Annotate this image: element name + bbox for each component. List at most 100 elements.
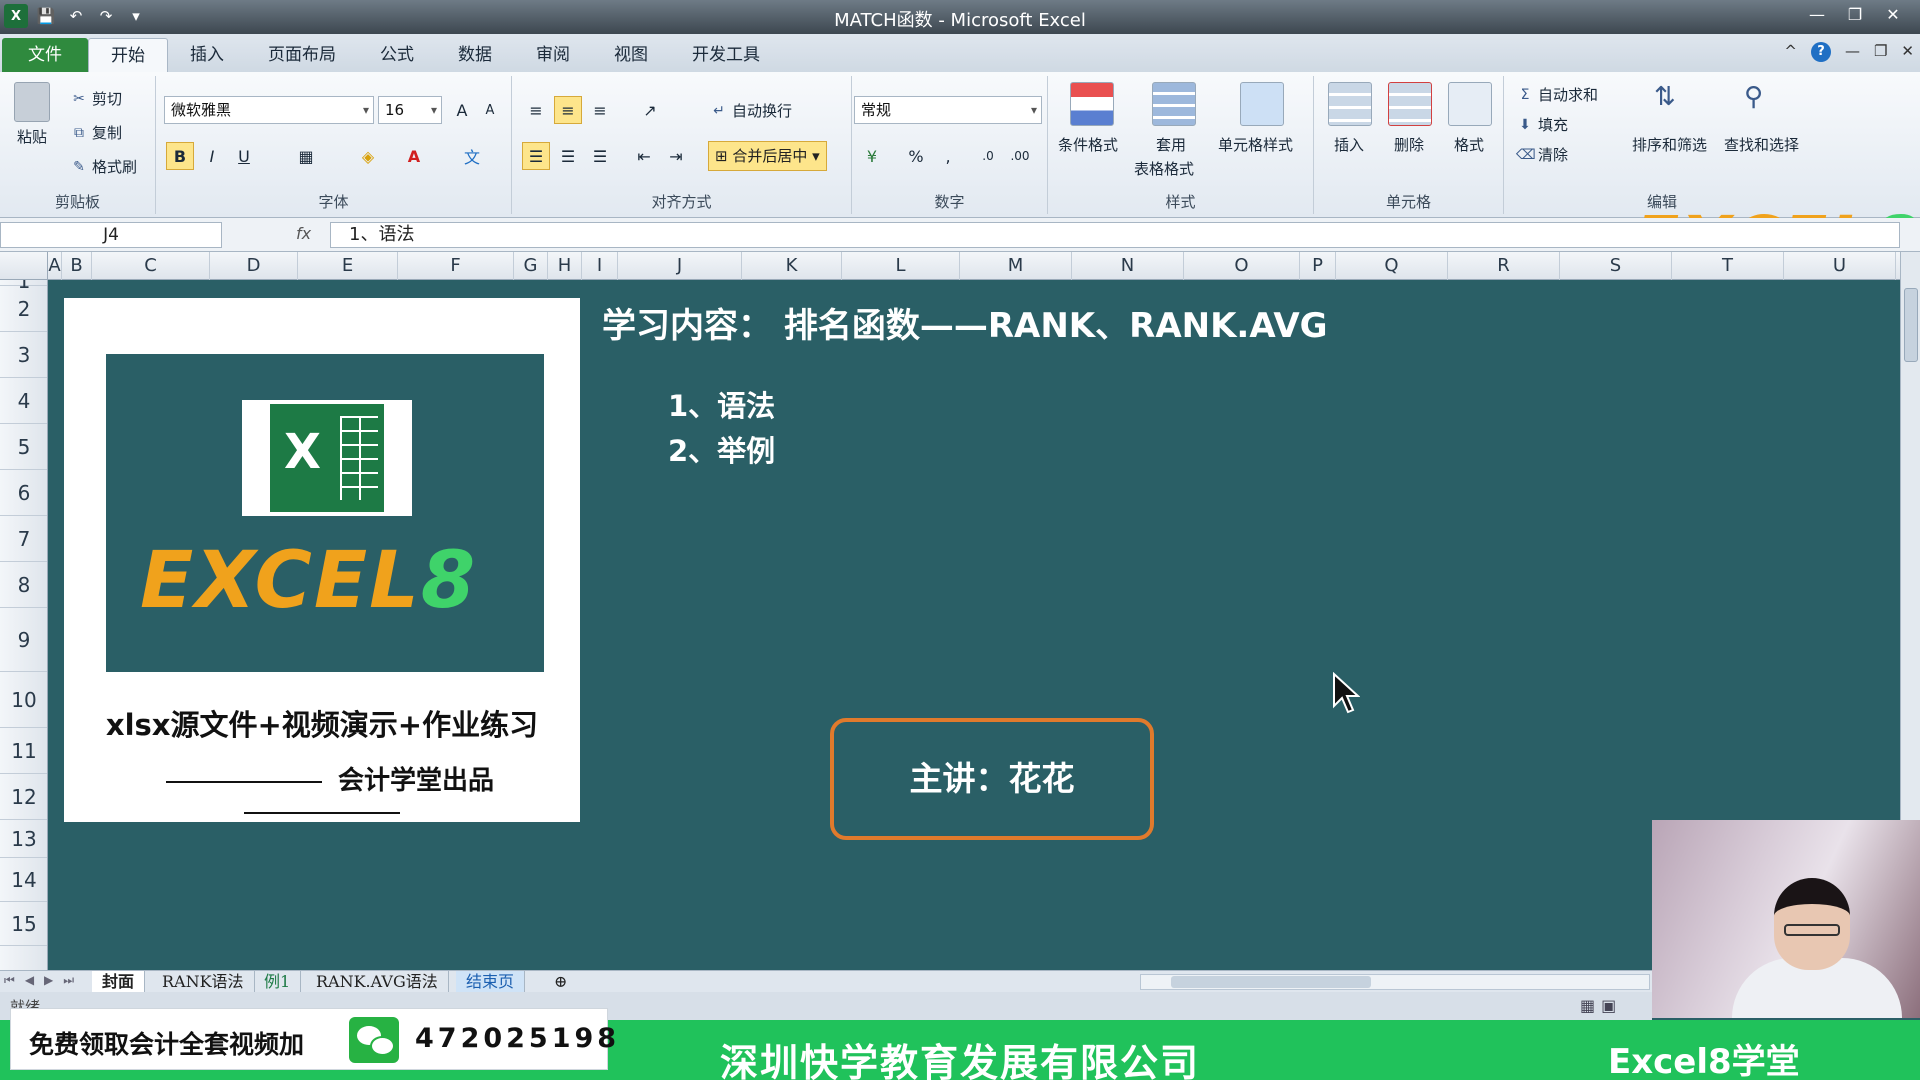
orientation-icon[interactable]: ↗ (636, 96, 664, 124)
align-bottom-icon[interactable]: ≡ (586, 96, 614, 124)
workbook-minimize-icon[interactable]: — (1845, 42, 1860, 62)
increase-decimal-icon[interactable]: .0 (974, 142, 1002, 170)
insert-sheet-icon[interactable]: ⊕ (544, 971, 577, 992)
tab-formulas[interactable]: 公式 (358, 38, 436, 72)
table-format-button-line2[interactable]: 表格格式 (1134, 158, 1194, 179)
increase-indent-icon[interactable]: ⇥ (662, 142, 690, 170)
paste-button[interactable]: 粘贴 (14, 82, 50, 147)
delete-cells-button[interactable]: 删除 (1394, 134, 1424, 155)
align-middle-icon[interactable]: ≡ (554, 96, 582, 124)
column-header-cell[interactable]: L (842, 252, 960, 280)
cut-button[interactable]: ✂ 剪切 (70, 88, 122, 109)
tab-view[interactable]: 视图 (592, 38, 670, 72)
column-header-cell[interactable]: B (62, 252, 92, 280)
column-header-cell[interactable]: T (1672, 252, 1784, 280)
tab-insert[interactable]: 插入 (168, 38, 246, 72)
column-header-cell[interactable]: K (742, 252, 842, 280)
row-header-cell[interactable]: 10 (0, 672, 47, 728)
tab-review[interactable]: 审阅 (514, 38, 592, 72)
align-center-icon[interactable]: ☰ (554, 142, 582, 170)
worksheet[interactable]: X EXCEL8 xlsx源文件+视频演示+作业练习 会计学堂出品 学习内容： … (48, 280, 1900, 970)
row-header-cell[interactable]: 8 (0, 562, 47, 608)
page-layout-view-icon[interactable]: ▣ (1601, 996, 1616, 1015)
table-format-button-line1[interactable]: 套用 (1156, 134, 1186, 155)
row-header-cell[interactable]: 4 (0, 378, 47, 424)
cell-styles-button[interactable]: 单元格样式 (1218, 134, 1293, 155)
select-all-corner[interactable] (0, 252, 48, 280)
font-color-icon[interactable]: A (400, 142, 428, 170)
tab-page-layout[interactable]: 页面布局 (246, 38, 358, 72)
column-header-cell[interactable]: A (48, 252, 62, 280)
sheet-tab-rankavg-syntax[interactable]: RANK.AVG语法 (306, 971, 449, 992)
italic-button[interactable]: I (198, 142, 226, 170)
column-header-cell[interactable]: M (960, 252, 1072, 280)
autosum-button[interactable]: Σ 自动求和 (1516, 84, 1598, 105)
next-sheet-icon[interactable]: ▶ (44, 973, 53, 988)
name-box[interactable]: J4 (0, 222, 222, 248)
row-header-cell[interactable]: 3 (0, 332, 47, 378)
column-header-cell[interactable]: D (210, 252, 298, 280)
align-right-icon[interactable]: ☰ (586, 142, 614, 170)
ribbon-collapse-icon[interactable]: ^ (1784, 42, 1797, 62)
number-format-select[interactable]: 常规 (854, 96, 1042, 124)
close-button[interactable]: ✕ (1876, 2, 1910, 26)
clear-button[interactable]: ⌫ 清除 (1516, 144, 1568, 165)
border-icon[interactable]: ▦ (292, 142, 320, 170)
fill-button[interactable]: ⬇ 填充 (1516, 114, 1568, 135)
fill-color-icon[interactable]: ◈ (354, 142, 382, 170)
decrease-decimal-icon[interactable]: .00 (1006, 142, 1034, 170)
row-header-cell[interactable]: 2 (0, 286, 47, 332)
tab-file[interactable]: 文件 (2, 38, 88, 72)
increase-font-icon[interactable]: A (448, 96, 476, 124)
first-sheet-icon[interactable]: ⏮ (4, 973, 15, 988)
comma-button[interactable]: , (934, 142, 962, 170)
row-header-cell[interactable]: 12 (0, 774, 47, 820)
format-painter-button[interactable]: ✎ 格式刷 (70, 156, 137, 177)
tab-developer[interactable]: 开发工具 (670, 38, 782, 72)
last-sheet-icon[interactable]: ⏭ (63, 973, 74, 988)
column-header-cell[interactable]: F (398, 252, 514, 280)
insert-cells-button[interactable]: 插入 (1334, 134, 1364, 155)
percent-button[interactable]: % (902, 142, 930, 170)
vertical-scroll-thumb[interactable] (1904, 288, 1918, 362)
currency-icon[interactable]: ¥ (858, 142, 886, 170)
font-name-select[interactable]: 微软雅黑 (164, 96, 374, 124)
tab-data[interactable]: 数据 (436, 38, 514, 72)
decrease-indent-icon[interactable]: ⇤ (630, 142, 658, 170)
find-select-button[interactable]: 查找和选择 (1724, 134, 1799, 155)
sheet-tab-end[interactable]: 结束页 (456, 971, 526, 992)
column-header-cell[interactable]: G (514, 252, 548, 280)
insert-function-button[interactable]: fx (296, 224, 311, 243)
align-left-icon[interactable]: ☰ (522, 142, 550, 170)
normal-view-icon[interactable]: ▦ (1580, 996, 1595, 1015)
row-header-cell[interactable]: 11 (0, 728, 47, 774)
minimize-button[interactable]: — (1800, 2, 1834, 26)
phonetic-icon[interactable]: 文 (458, 142, 486, 170)
decrease-font-icon[interactable]: A (476, 96, 504, 124)
align-top-icon[interactable]: ≡ (522, 96, 550, 124)
column-header-cell[interactable]: Q (1336, 252, 1448, 280)
wrap-text-button[interactable]: ↵ 自动换行 (710, 100, 792, 121)
format-cells-button[interactable]: 格式 (1454, 134, 1484, 155)
column-header-cell[interactable]: R (1448, 252, 1560, 280)
copy-button[interactable]: ⧉ 复制 (70, 122, 122, 143)
row-header-cell[interactable]: 14 (0, 858, 47, 902)
column-header-cell[interactable]: N (1072, 252, 1184, 280)
row-header-cell[interactable]: 6 (0, 470, 47, 516)
column-header-cell[interactable]: H (548, 252, 582, 280)
conditional-format-button[interactable]: 条件格式 (1058, 134, 1118, 155)
workbook-close-icon[interactable]: ✕ (1901, 42, 1914, 62)
merge-center-button[interactable]: ⊞ 合并后居中 ▾ (708, 141, 827, 171)
column-header-cell[interactable]: P (1300, 252, 1336, 280)
tab-home[interactable]: 开始 (88, 38, 168, 72)
column-header-cell[interactable]: U (1784, 252, 1896, 280)
row-header-cell[interactable]: 13 (0, 820, 47, 858)
help-icon[interactable]: ? (1810, 42, 1831, 62)
column-header-cell[interactable]: S (1560, 252, 1672, 280)
restore-button[interactable]: ❐ (1838, 2, 1872, 26)
horizontal-scrollbar[interactable] (1140, 974, 1650, 990)
column-header-cell[interactable]: C (92, 252, 210, 280)
bold-button[interactable]: B (166, 142, 194, 170)
column-header-cell[interactable]: J (618, 252, 742, 280)
row-header-cell[interactable]: 9 (0, 608, 47, 672)
